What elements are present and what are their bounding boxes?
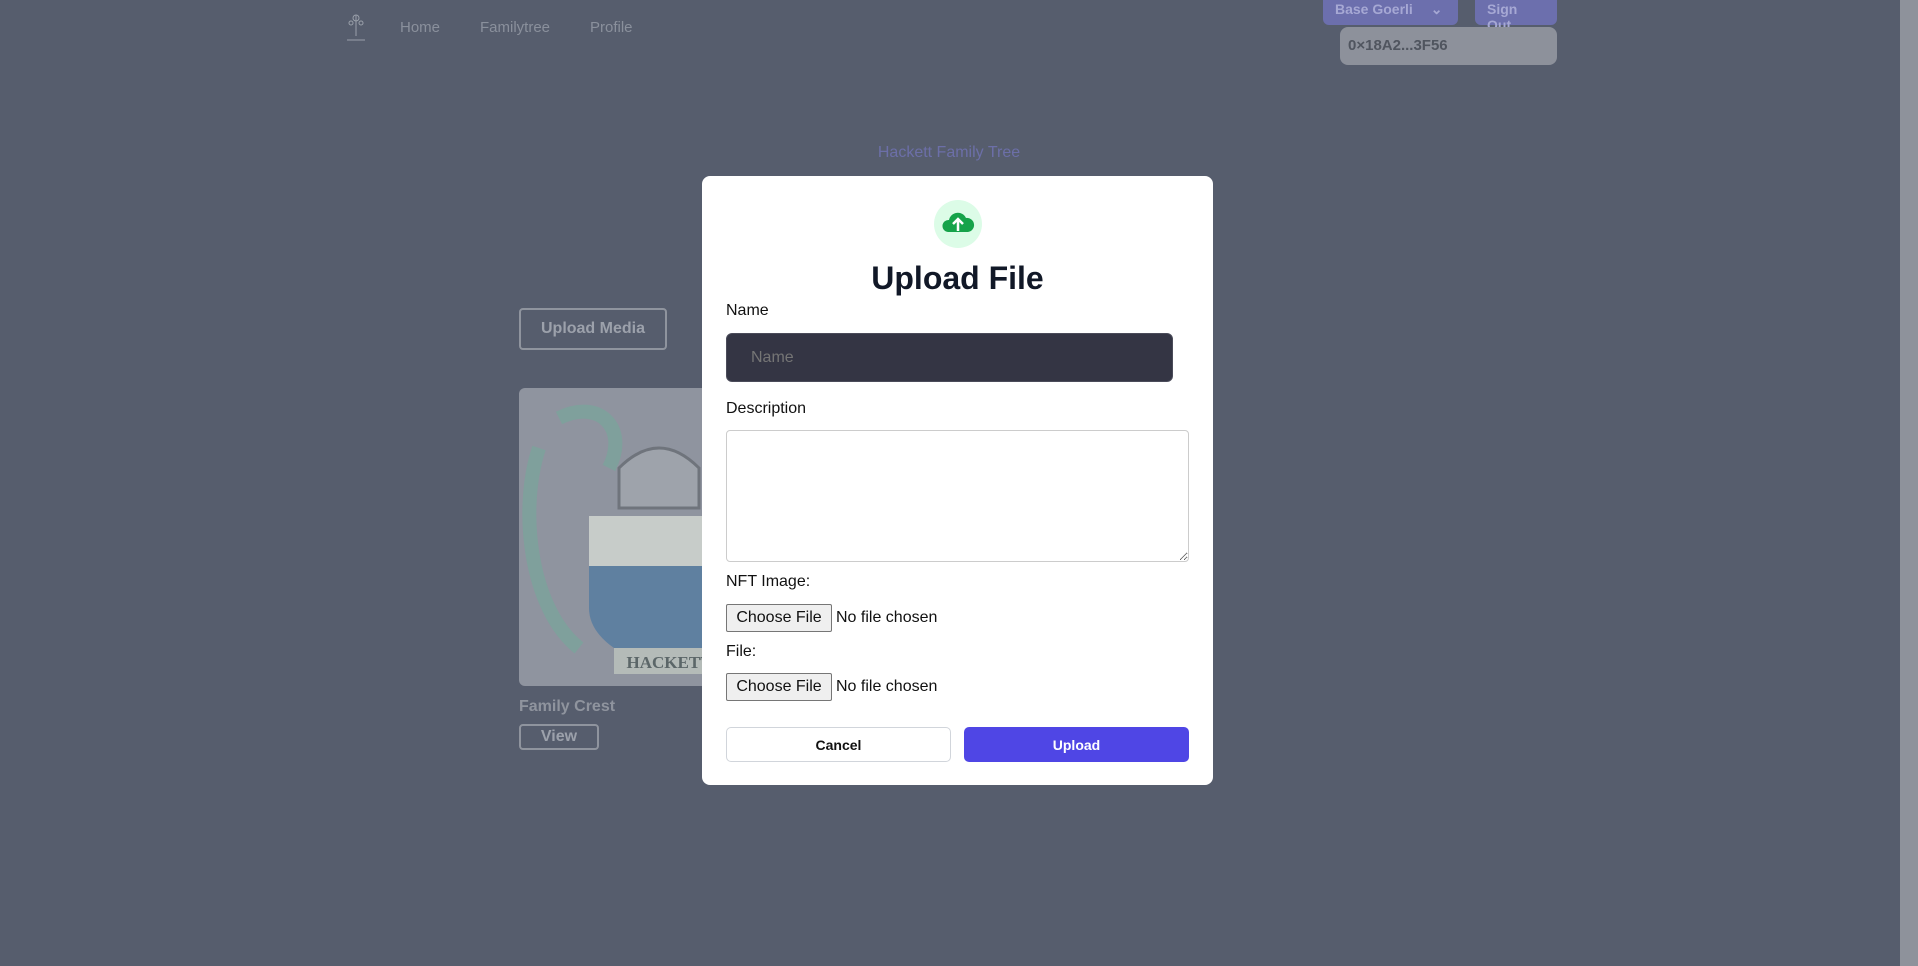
page-subtitle: Hackett Family Tree — [877, 144, 1021, 161]
file-choose-file-button[interactable]: Choose File — [726, 673, 832, 701]
network-label: Base Goerli — [1335, 1, 1413, 17]
name-label: Name — [726, 302, 769, 319]
description-textarea[interactable] — [726, 430, 1189, 562]
view-button[interactable]: View — [519, 724, 599, 750]
chevron-down-icon: ⌄ — [1430, 1, 1443, 17]
nft-image-label: NFT Image: — [726, 573, 811, 590]
nft-image-choose-file-button[interactable]: Choose File — [726, 604, 832, 632]
tree-logo-icon[interactable] — [344, 12, 368, 42]
svg-text:HACKETT: HACKETT — [626, 653, 712, 672]
cloud-upload-icon — [934, 200, 982, 248]
name-input[interactable] — [726, 333, 1173, 382]
scrollbar[interactable] — [1900, 0, 1918, 966]
upload-file-modal: Upload File Name Description NFT Image: … — [702, 176, 1213, 785]
description-label: Description — [726, 400, 807, 417]
nft-image-status: No file chosen — [836, 609, 938, 626]
upload-media-button[interactable]: Upload Media — [519, 308, 667, 350]
sign-out-button[interactable]: Sign Out — [1475, 0, 1557, 33]
cancel-button[interactable]: Cancel — [726, 727, 951, 762]
nav-profile[interactable]: Profile — [590, 19, 633, 36]
file-status: No file chosen — [836, 678, 938, 695]
upload-button[interactable]: Upload — [964, 727, 1189, 762]
network-select[interactable]: Base Goerli ⌄ — [1323, 0, 1458, 25]
wallet-address: 0×18A2...3F56 — [1340, 27, 1557, 65]
nav-home[interactable]: Home — [400, 19, 440, 36]
card-title: Family Crest — [519, 698, 616, 715]
nav-familytree[interactable]: Familytree — [480, 19, 550, 36]
modal-title: Upload File — [871, 260, 1044, 296]
file-label: File: — [726, 643, 757, 660]
